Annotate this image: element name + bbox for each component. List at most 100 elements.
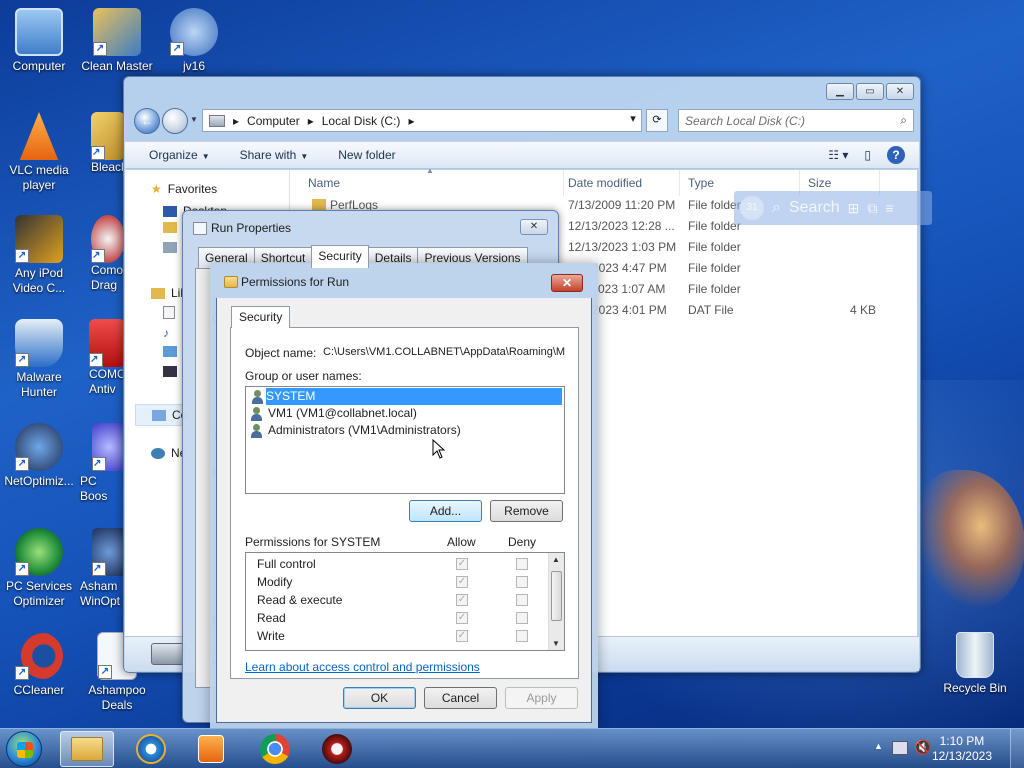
volume-muted-icon[interactable]: 🔇: [914, 739, 931, 756]
nav-pictures[interactable]: [163, 346, 177, 357]
tab-security[interactable]: Security: [231, 306, 291, 328]
permission-row: Full control ✓: [246, 555, 550, 573]
desktop-icon-vlc[interactable]: VLC media player: [1, 112, 77, 193]
taskbar-comodo-dragon[interactable]: [310, 731, 364, 767]
shortcut-arrow-icon: ↗: [91, 249, 105, 263]
breadcrumb-local-disk[interactable]: Local Disk (C:): [322, 114, 401, 128]
deny-checkbox[interactable]: [516, 594, 528, 606]
taskbar-explorer[interactable]: [60, 731, 114, 767]
column-header-date[interactable]: Date modified: [560, 170, 680, 196]
user-row-vm1[interactable]: VM1 (VM1@collabnet.local): [250, 405, 421, 422]
share-with-menu[interactable]: Share with ▼: [240, 148, 309, 162]
taskbar-internet-explorer[interactable]: [124, 731, 178, 767]
address-bar[interactable]: ▸ Computer ▸ Local Disk (C:) ▸: [202, 109, 642, 132]
nav-libraries[interactable]: Lil: [151, 286, 183, 300]
user-icon: [250, 406, 265, 421]
bleach-broom-icon: ↗: [91, 112, 125, 160]
allow-checkbox[interactable]: ✓: [456, 612, 468, 624]
file-date: 2023 4:47 PM: [592, 261, 667, 275]
grid-icon[interactable]: ⊞: [848, 200, 860, 217]
desktop-icon-comodo-antivirus[interactable]: ↗ COMO Antiv: [79, 319, 127, 397]
nav-favorites[interactable]: ★ Favorites: [151, 182, 217, 196]
desktop-icon-comodo-dragon[interactable]: ↗ Como Drag: [79, 215, 127, 293]
tab-security[interactable]: Security: [311, 245, 369, 268]
ok-button[interactable]: OK: [343, 687, 416, 709]
desktop-icon-ccleaner[interactable]: ↗ CCleaner: [1, 632, 77, 698]
breadcrumb-computer[interactable]: Computer: [247, 114, 300, 128]
remove-button[interactable]: Remove: [490, 500, 563, 522]
cancel-button[interactable]: Cancel: [424, 687, 497, 709]
allow-checkbox[interactable]: ✓: [456, 576, 468, 588]
new-folder-button[interactable]: New folder: [338, 148, 395, 162]
nav-music[interactable]: ♪: [163, 326, 169, 340]
taskbar-chrome[interactable]: [248, 731, 302, 767]
desktop-icon-bleachbit[interactable]: ↗ Bleach: [79, 112, 127, 175]
user-list[interactable]: SYSTEM VM1 (VM1@collabnet.local) Adminis…: [245, 386, 565, 494]
shortcut-arrow-icon: ↗: [15, 249, 29, 263]
nav-videos[interactable]: [163, 366, 177, 377]
allow-checkbox[interactable]: ✓: [456, 594, 468, 606]
maximize-button[interactable]: ▭: [856, 83, 884, 100]
nav-recent-places[interactable]: [163, 242, 177, 253]
nav-downloads[interactable]: [163, 222, 177, 233]
desktop-icon-any-ipod[interactable]: ↗ Any iPod Video C...: [1, 215, 77, 296]
deny-checkbox[interactable]: [516, 576, 528, 588]
permissions-scrollbar[interactable]: ▲ ▼: [548, 553, 564, 650]
clock[interactable]: 1:10 PM 12/13/2023: [932, 734, 992, 764]
user-row-administrators[interactable]: Administrators (VM1\Administrators): [250, 422, 465, 439]
taskbar-media-player[interactable]: [184, 731, 238, 767]
apply-button[interactable]: Apply: [505, 687, 578, 709]
forward-button[interactable]: →: [162, 108, 188, 134]
view-options-icon[interactable]: ☷ ▾: [828, 148, 848, 162]
file-date: 7/13/2009 11:20 PM: [568, 198, 676, 212]
scroll-up-arrow-icon[interactable]: ▲: [552, 555, 560, 564]
allow-checkbox[interactable]: ✓: [456, 558, 468, 570]
allow-checkbox[interactable]: ✓: [456, 630, 468, 642]
desktop-icon-pc-services-optimizer[interactable]: ↗ PC Services Optimizer: [1, 528, 77, 609]
show-desktop-button[interactable]: [1010, 729, 1024, 768]
desktop-icon-label: Clean Master: [81, 59, 153, 73]
start-button[interactable]: [6, 731, 42, 767]
close-button[interactable]: ✕: [551, 274, 583, 292]
clipboard-icon[interactable]: ⧉: [867, 200, 877, 217]
desktop-icon-ashampoo-winoptimizer[interactable]: ↗ Asham WinOpt: [79, 528, 127, 609]
desktop-icon-computer[interactable]: Computer: [1, 8, 77, 74]
preview-pane-icon[interactable]: ▯: [864, 148, 871, 162]
desktop-icon-netoptimizer[interactable]: ↗ NetOptimiz...: [1, 423, 77, 489]
scroll-thumb[interactable]: [551, 571, 562, 621]
refresh-button[interactable]: ⟳: [646, 109, 668, 132]
deny-checkbox[interactable]: [516, 558, 528, 570]
file-size: 4 KB: [850, 303, 877, 317]
back-button[interactable]: ←: [134, 108, 160, 134]
close-button[interactable]: ✕: [520, 219, 548, 235]
chrome-icon: [260, 734, 290, 764]
desktop-icon-label: jv16: [182, 59, 205, 73]
deny-checkbox[interactable]: [516, 630, 528, 642]
minimize-button[interactable]: ▁: [826, 83, 854, 100]
desktop-icon-malware-hunter[interactable]: ↗ Malware Hunter: [1, 319, 77, 400]
menu-icon[interactable]: ≡: [885, 200, 893, 216]
permission-row: Modify ✓: [246, 573, 550, 591]
show-hidden-icons-arrow-icon[interactable]: ▲: [874, 741, 883, 751]
desktop-icon-pc-booster[interactable]: ↗ PC Boos: [79, 423, 127, 504]
user-row-system[interactable]: SYSTEM: [266, 388, 562, 405]
network-tray-icon[interactable]: [892, 741, 908, 755]
search-input[interactable]: Search Local Disk (C:) ⌕: [678, 109, 914, 132]
help-icon[interactable]: ?: [887, 146, 905, 164]
desktop-icon-label: Malware Hunter: [16, 370, 62, 399]
floating-search-widget[interactable]: 31 ⌕ Search ⊞ ⧉ ≡: [734, 191, 932, 225]
learn-access-control-link[interactable]: Learn about access control and permissio…: [245, 660, 480, 674]
desktop-icon-clean-master[interactable]: ↗ Clean Master: [79, 8, 155, 74]
desktop-icon-recycle-bin[interactable]: Recycle Bin: [936, 632, 1014, 696]
recent-pages-arrow-icon[interactable]: ▼: [190, 115, 198, 124]
add-button[interactable]: Add...: [409, 500, 482, 522]
scroll-down-arrow-icon[interactable]: ▼: [552, 639, 560, 648]
close-button[interactable]: ✕: [886, 83, 914, 100]
desktop-icon-jv16[interactable]: ↗ jv16: [156, 8, 232, 74]
shortcut-arrow-icon: ↗: [92, 457, 106, 471]
organize-menu[interactable]: Organize ▼: [149, 148, 210, 162]
dragon-icon: ↗: [91, 215, 125, 263]
nav-documents[interactable]: [163, 306, 175, 319]
deny-checkbox[interactable]: [516, 612, 528, 624]
address-dropdown-arrow-icon[interactable]: ▾: [622, 109, 644, 132]
